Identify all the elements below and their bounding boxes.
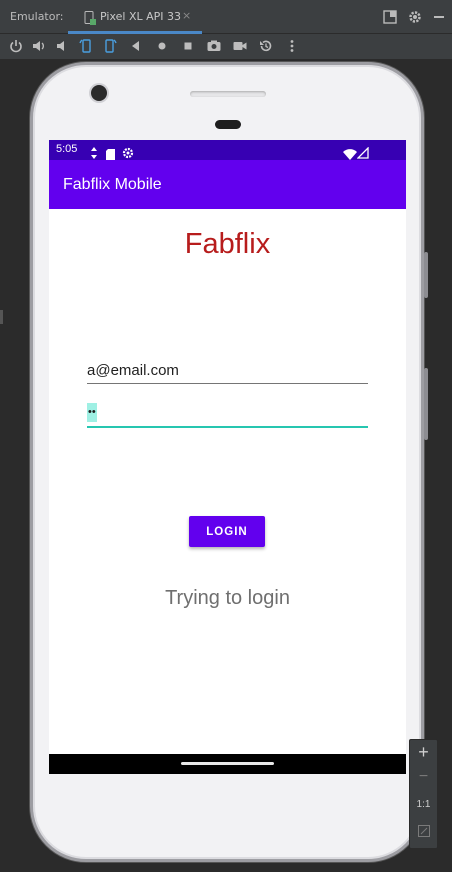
- status-bar: 5:05: [49, 140, 406, 160]
- earpiece-speaker: [190, 91, 266, 97]
- tab-title: Pixel XL API 33: [100, 10, 181, 23]
- tab-pixel-xl[interactable]: Pixel XL API 33 ×: [68, 4, 202, 34]
- emulator-toolbar: [0, 34, 452, 58]
- device-phone-icon: [84, 10, 96, 25]
- emulator-title-bar: Emulator: Pixel XL API 33 ×: [0, 0, 452, 34]
- volume-up-icon[interactable]: [31, 38, 47, 54]
- tab-close-icon[interactable]: ×: [182, 9, 191, 22]
- zoom-in-button[interactable]: +: [410, 742, 437, 763]
- snapshot-icon[interactable]: [258, 38, 274, 54]
- minimize-icon[interactable]: [432, 9, 446, 23]
- zoom-out-button[interactable]: −: [410, 768, 437, 786]
- login-button[interactable]: LOGIN: [189, 516, 265, 547]
- email-field[interactable]: [87, 357, 368, 384]
- password-selected-text: ••: [87, 403, 97, 422]
- settings-gear-icon[interactable]: [408, 9, 422, 23]
- app-title: Fabflix: [184, 228, 271, 260]
- side-button-volume[interactable]: [424, 368, 428, 440]
- home-icon[interactable]: [154, 38, 170, 54]
- side-button-power[interactable]: [424, 252, 428, 298]
- layout-toggle-icon[interactable]: [383, 9, 397, 24]
- back-icon[interactable]: [128, 38, 144, 54]
- more-icon[interactable]: [284, 38, 300, 54]
- volume-down-icon[interactable]: [54, 38, 70, 54]
- device-screen: 5:05 Fabflix Mobile Fabflix •• LOGIN Try…: [49, 140, 406, 774]
- status-time: 5:05: [56, 143, 78, 155]
- actual-size-button[interactable]: 1:1: [410, 799, 437, 810]
- rotate-left-icon[interactable]: [78, 38, 94, 54]
- camera-icon[interactable]: [206, 38, 222, 54]
- proximity-sensor: [215, 120, 241, 129]
- power-icon[interactable]: [8, 38, 24, 54]
- password-field[interactable]: ••: [87, 402, 368, 428]
- front-camera: [91, 85, 107, 101]
- record-icon[interactable]: [232, 38, 248, 54]
- fit-screen-icon[interactable]: [410, 824, 437, 842]
- splitter-handle[interactable]: [0, 310, 3, 324]
- gesture-handle[interactable]: [181, 762, 274, 765]
- zoom-controls: + − 1:1: [409, 739, 438, 849]
- app-bar-title: Fabflix Mobile: [63, 176, 162, 193]
- overview-icon[interactable]: [180, 38, 196, 54]
- app-bar: Fabflix Mobile: [49, 160, 406, 209]
- emulator-label: Emulator:: [10, 10, 64, 23]
- status-message: Trying to login: [165, 587, 290, 609]
- rotate-right-icon[interactable]: [102, 38, 118, 54]
- navigation-bar: [49, 754, 406, 774]
